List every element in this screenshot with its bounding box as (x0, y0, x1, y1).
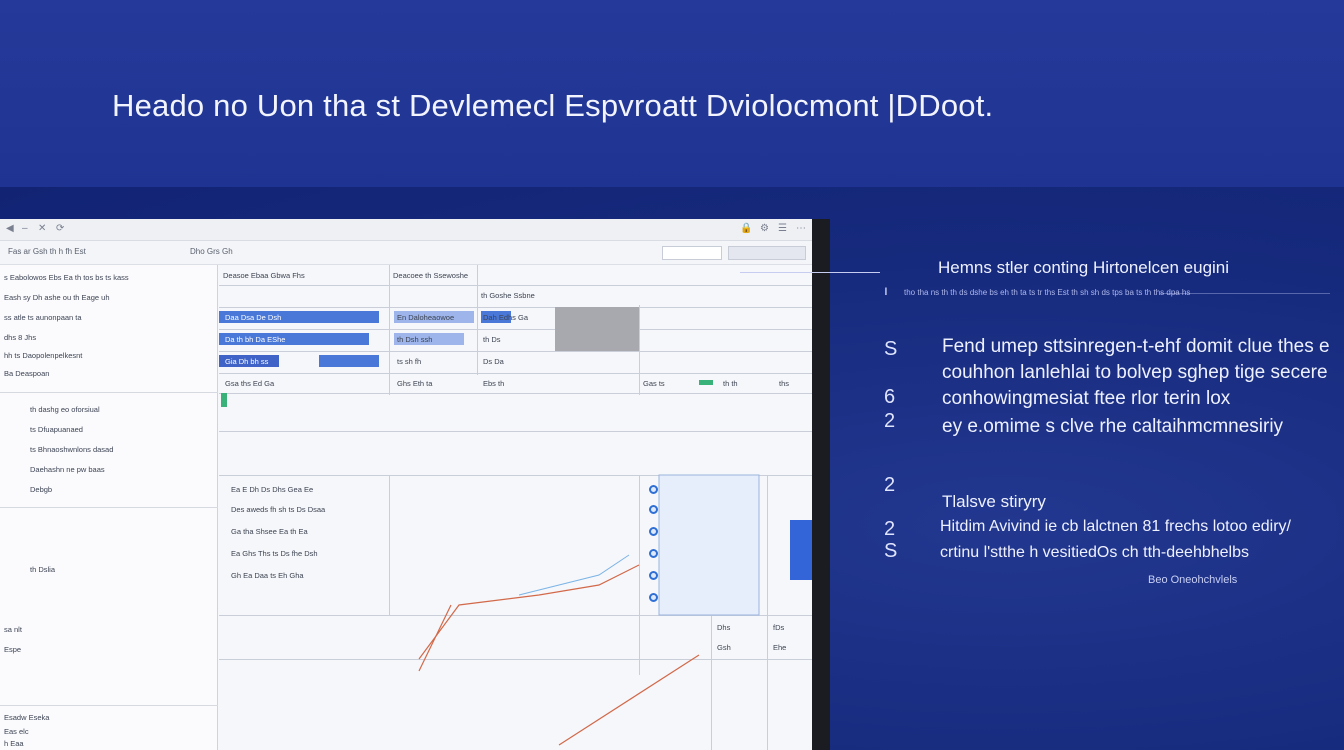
grid-cell[interactable]: th th (723, 379, 738, 388)
sidebar-footer-item[interactable]: h Eaa (4, 739, 24, 748)
grid-cell[interactable]: Daa Dsa De Dsh (225, 313, 281, 322)
sidebar-item[interactable]: Ba Deaspoan (4, 369, 49, 378)
toolbar-filter-input[interactable] (728, 246, 806, 260)
status-indicator (699, 380, 713, 385)
grid-line (389, 265, 390, 395)
window-titlebar: ◀ – ✕ ⟳ 🔒 ⚙ ☰ ⋯ (0, 219, 812, 241)
grid-cell[interactable]: ths (779, 379, 789, 388)
footnote: Beo Oneohchvlels (1148, 574, 1238, 586)
grid-cell[interactable]: En Daloheaowoe (397, 313, 454, 322)
trace-line (558, 654, 700, 746)
grid-cell[interactable]: Gsa ths Ed Ga (225, 379, 274, 388)
grid-cell[interactable]: Ebs th (483, 379, 504, 388)
sidebar-item[interactable]: sa nlt (4, 625, 22, 634)
grid-line (219, 351, 812, 352)
grid-cell[interactable]: Da th bh Da EShe (225, 335, 285, 344)
grid-line (639, 305, 640, 395)
grid-selection-block[interactable] (555, 307, 639, 351)
sidebar-item[interactable]: s Eabolowos Ebs Ea th tos bs ts kass (4, 273, 129, 282)
grid-header-cell[interactable]: Deasoe Ebaa Gbwa Fhs (223, 271, 305, 280)
grid-line (219, 431, 812, 432)
more-icon[interactable]: ⋯ (796, 223, 806, 234)
app-window: ◀ – ✕ ⟳ 🔒 ⚙ ☰ ⋯ Fas ar Gsh th h fh Est D… (0, 219, 812, 750)
item-text: couhhon lanlehlai to bolvep sghep tige s… (942, 362, 1328, 383)
grid-line (219, 329, 812, 330)
sidebar: s Eabolowos Ebs Ea th tos bs ts kass Eas… (0, 265, 218, 750)
lock-icon[interactable]: 🔒 (740, 223, 752, 234)
grid-line (219, 373, 812, 374)
grid-cell[interactable]: Gas ts (643, 379, 665, 388)
sidebar-divider (0, 392, 218, 393)
trace-line (418, 564, 640, 660)
grid-cell[interactable]: Ds Da (483, 357, 504, 366)
grid-cell[interactable]: th Ds (483, 335, 501, 344)
status-indicator (221, 393, 227, 407)
item-number: 6 (884, 386, 896, 408)
minimize-icon[interactable]: – (22, 223, 28, 234)
item-text: Tlalsve stiryry (942, 492, 1046, 511)
sidebar-item[interactable]: ts Dfuapuanaed (30, 425, 83, 434)
screenshot-frame: ◀ – ✕ ⟳ 🔒 ⚙ ☰ ⋯ Fas ar Gsh th h fh Est D… (0, 219, 830, 750)
item-number: S (884, 338, 898, 360)
item-text: crtinu l'stthe h vesitiedOs ch tth-deehb… (940, 544, 1249, 561)
sidebar-item[interactable]: Espe (4, 645, 21, 654)
sidebar-footer-item[interactable]: Eas elc (4, 727, 29, 736)
sidebar-divider (0, 507, 218, 508)
callout-line (740, 272, 880, 273)
sidebar-item[interactable]: th dashg eo oforsiual (30, 405, 100, 414)
sidebar-item[interactable]: Eash sy Dh ashe ou th Eage uh (4, 293, 110, 302)
item-number: 2 (884, 518, 896, 540)
bullet-marker: ı (884, 282, 888, 298)
scroll-thumb[interactable] (790, 520, 812, 580)
sidebar-item[interactable]: Daehashn ne pw baas (30, 465, 105, 474)
item-text: Fend umep sttsinregen-t-ehf domit clue t… (942, 336, 1330, 357)
trace-line (418, 604, 452, 672)
toolbar-search-input[interactable] (662, 246, 722, 260)
detail-panel: Ea E Dh Ds Dhs Gea Ee Des aweds fh sh ts… (219, 445, 812, 750)
sidebar-item[interactable]: ts Bhnaoshwnlons dasad (30, 445, 113, 454)
item-number: 2 (884, 474, 896, 496)
connector-lines (418, 474, 760, 746)
sidebar-item[interactable]: Debgb (30, 485, 52, 494)
close-icon[interactable]: ✕ (38, 223, 46, 234)
item-number: S (884, 540, 898, 562)
grid-line (219, 393, 812, 394)
grid-line (219, 285, 812, 286)
sidebar-item[interactable]: ss atle ts aunonpaan ta (4, 313, 82, 322)
settings-icon[interactable]: ⚙ (760, 223, 769, 234)
intro-subtext: tho tha ns th th ds dshe bs eh th ta ts … (904, 288, 1191, 297)
sidebar-item[interactable]: th Dslia (30, 565, 55, 574)
grid-cell[interactable]: Dah Edhs Ga (483, 313, 528, 322)
sidebar-divider (0, 705, 218, 706)
item-text: Hitdim Avivind ie cb lalctnen 81 frechs … (940, 518, 1291, 535)
grid-cell[interactable]: Ghs Eth ta (397, 379, 432, 388)
refresh-icon[interactable]: ⟳ (56, 223, 64, 234)
grid-cell[interactable]: Gia Dh bh ss (225, 357, 268, 366)
window-toolbar: Fas ar Gsh th h fh Est Dho Grs Gh (0, 241, 812, 265)
grid-header-cell[interactable]: th Goshe Ssbne (481, 291, 535, 300)
grid-cell[interactable]: ts sh fh (397, 357, 421, 366)
sidebar-footer-item[interactable]: Esadw Eseka (4, 713, 49, 722)
item-text: ey e.omime s clve rhe caltaihmcmnesiriy (942, 416, 1284, 437)
menu-icon[interactable]: ☰ (778, 223, 787, 234)
sidebar-item[interactable]: dhs 8 Jhs (4, 333, 36, 342)
toolbar-label-left: Fas ar Gsh th h fh Est (8, 247, 86, 256)
grid-header-cell[interactable]: Deacoee th Ssewoshe (393, 271, 468, 280)
back-icon[interactable]: ◀ (6, 223, 14, 234)
page-title: Heado no Uon tha st Devlemecl Espvroatt … (112, 88, 994, 123)
selected-row-highlight (319, 355, 379, 367)
preview-thumbnail[interactable] (658, 474, 760, 616)
sidebar-item[interactable]: hh ts Daopolenpelkesnt (4, 351, 82, 360)
grid-cell[interactable]: th Dsh ssh (397, 335, 432, 344)
grid-line (219, 307, 812, 308)
intro-heading: Hemns stler conting Hirtonelcen eugini (938, 258, 1230, 277)
grid-line (477, 265, 478, 375)
toolbar-label-right: Dho Grs Gh (190, 247, 233, 256)
item-number: 2 (884, 410, 896, 432)
item-text: conhowingmesiat ftee rlor terin lox (942, 388, 1231, 409)
divider (1160, 293, 1330, 294)
data-grid: Deasoe Ebaa Gbwa Fhs Deacoee th Ssewoshe… (219, 265, 812, 445)
